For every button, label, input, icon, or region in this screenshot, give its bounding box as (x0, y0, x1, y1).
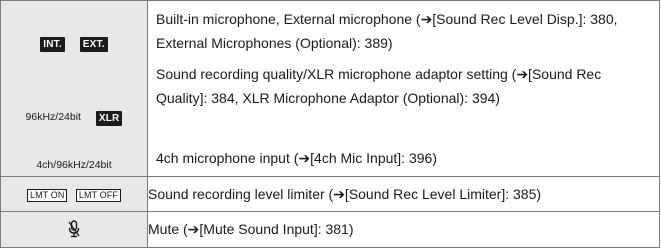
quality-icons: 96kHz/24bit XLR (1, 108, 147, 126)
rec-quality-label: 96kHz/24bit (25, 110, 81, 123)
icon-cell-limiter: LMT ON LMT OFF (0, 176, 148, 212)
icon-cell-mute (0, 211, 148, 248)
xlr-icon: XLR (95, 111, 123, 126)
desc-cell-audio-input: Built-in microphone, External microphone… (147, 0, 660, 177)
table-row: Mute (➔[Mute Sound Input]: 381) (0, 211, 660, 248)
limiter-on-icon: LMT ON (27, 189, 68, 202)
internal-mic-icon: INT. (40, 37, 65, 52)
limiter-off-icon: LMT OFF (75, 189, 121, 202)
icon-cell-audio-input: INT. EXT. 96kHz/24bit XLR 4ch/96kHz/24bi… (0, 0, 148, 177)
desc-limiter: Sound recording level limiter (➔[Sound R… (147, 176, 660, 212)
table-row: LMT ON LMT OFF Sound recording level lim… (0, 176, 660, 212)
four-ch-label: 4ch/96kHz/24bit (36, 158, 112, 171)
external-mic-icon: EXT. (79, 37, 108, 52)
mic-type-icons: INT. EXT. (1, 34, 147, 52)
four-ch-icons: 4ch/96kHz/24bit (1, 156, 147, 174)
desc-four-ch: 4ch microphone input (➔[4ch Mic Input]: … (156, 149, 437, 166)
microphone-muted-icon (68, 220, 80, 238)
reference-table: INT. EXT. 96kHz/24bit XLR 4ch/96kHz/24bi… (0, 0, 660, 248)
desc-mute: Mute (➔[Mute Sound Input]: 381) (147, 211, 660, 248)
table-row: INT. EXT. 96kHz/24bit XLR 4ch/96kHz/24bi… (0, 0, 660, 177)
desc-mic: Built-in microphone, External microphone… (156, 10, 618, 52)
desc-quality: Sound recording quality/XLR microphone a… (156, 65, 602, 107)
